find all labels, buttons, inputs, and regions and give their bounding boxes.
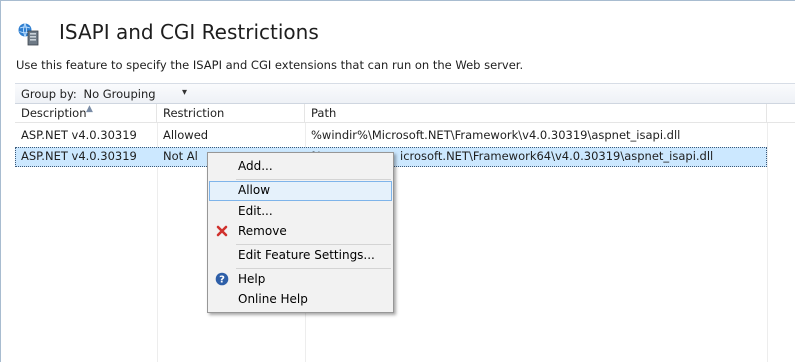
page-title: ISAPI and CGI Restrictions (59, 20, 319, 44)
context-menu: Add... Allow Edit... Remove Edit Feature… (207, 152, 394, 313)
menu-item-edit[interactable]: Edit... (209, 202, 392, 222)
group-by-toolbar: Group by: No Grouping ▾ (15, 83, 795, 104)
column-header-restriction[interactable]: Restriction (157, 104, 305, 123)
isapi-feature-icon (18, 23, 39, 46)
list-header: Description ▲ Restriction Path (15, 104, 795, 123)
column-divider (767, 123, 768, 362)
dropdown-arrow-icon[interactable]: ▾ (182, 87, 187, 98)
menu-item-remove[interactable]: Remove (209, 222, 392, 242)
row-path: icrosoft.NET\Framework64\v4.0.30319\aspn… (400, 149, 714, 163)
restrictions-list[interactable]: Description ▲ Restriction Path ASP.NET v… (15, 104, 795, 362)
group-by-label: Group by: (21, 87, 77, 101)
row-path: %windir%\Microsoft.NET\Framework\v4.0.30… (311, 128, 681, 142)
page-description: Use this feature to specify the ISAPI an… (16, 58, 524, 72)
menu-item-edit-feature-settings[interactable]: Edit Feature Settings... (209, 246, 392, 266)
menu-separator (236, 268, 391, 269)
help-icon: ? (215, 272, 229, 286)
remove-icon (216, 225, 228, 237)
group-by-value: No Grouping (83, 87, 156, 101)
svg-text:?: ? (219, 275, 225, 286)
menu-item-allow[interactable]: Allow (209, 181, 392, 201)
menu-separator (236, 179, 391, 180)
menu-item-online-help[interactable]: Online Help (209, 290, 392, 310)
row-description: ASP.NET v4.0.30319 (21, 128, 137, 142)
menu-item-help[interactable]: ? Help (209, 270, 392, 290)
sort-ascending-icon: ▲ (86, 104, 93, 114)
row-restriction: Not Al (163, 149, 198, 163)
row-description: ASP.NET v4.0.30319 (21, 149, 137, 163)
group-by-dropdown[interactable]: Group by: No Grouping (21, 87, 156, 101)
row-restriction: Allowed (163, 128, 209, 142)
column-header-path[interactable]: Path (305, 104, 767, 123)
menu-item-add[interactable]: Add... (209, 157, 392, 177)
column-header-description[interactable]: Description ▲ (15, 104, 157, 123)
menu-separator (236, 244, 391, 245)
table-row[interactable]: ASP.NET v4.0.30319 Allowed %windir%\Micr… (15, 126, 767, 146)
